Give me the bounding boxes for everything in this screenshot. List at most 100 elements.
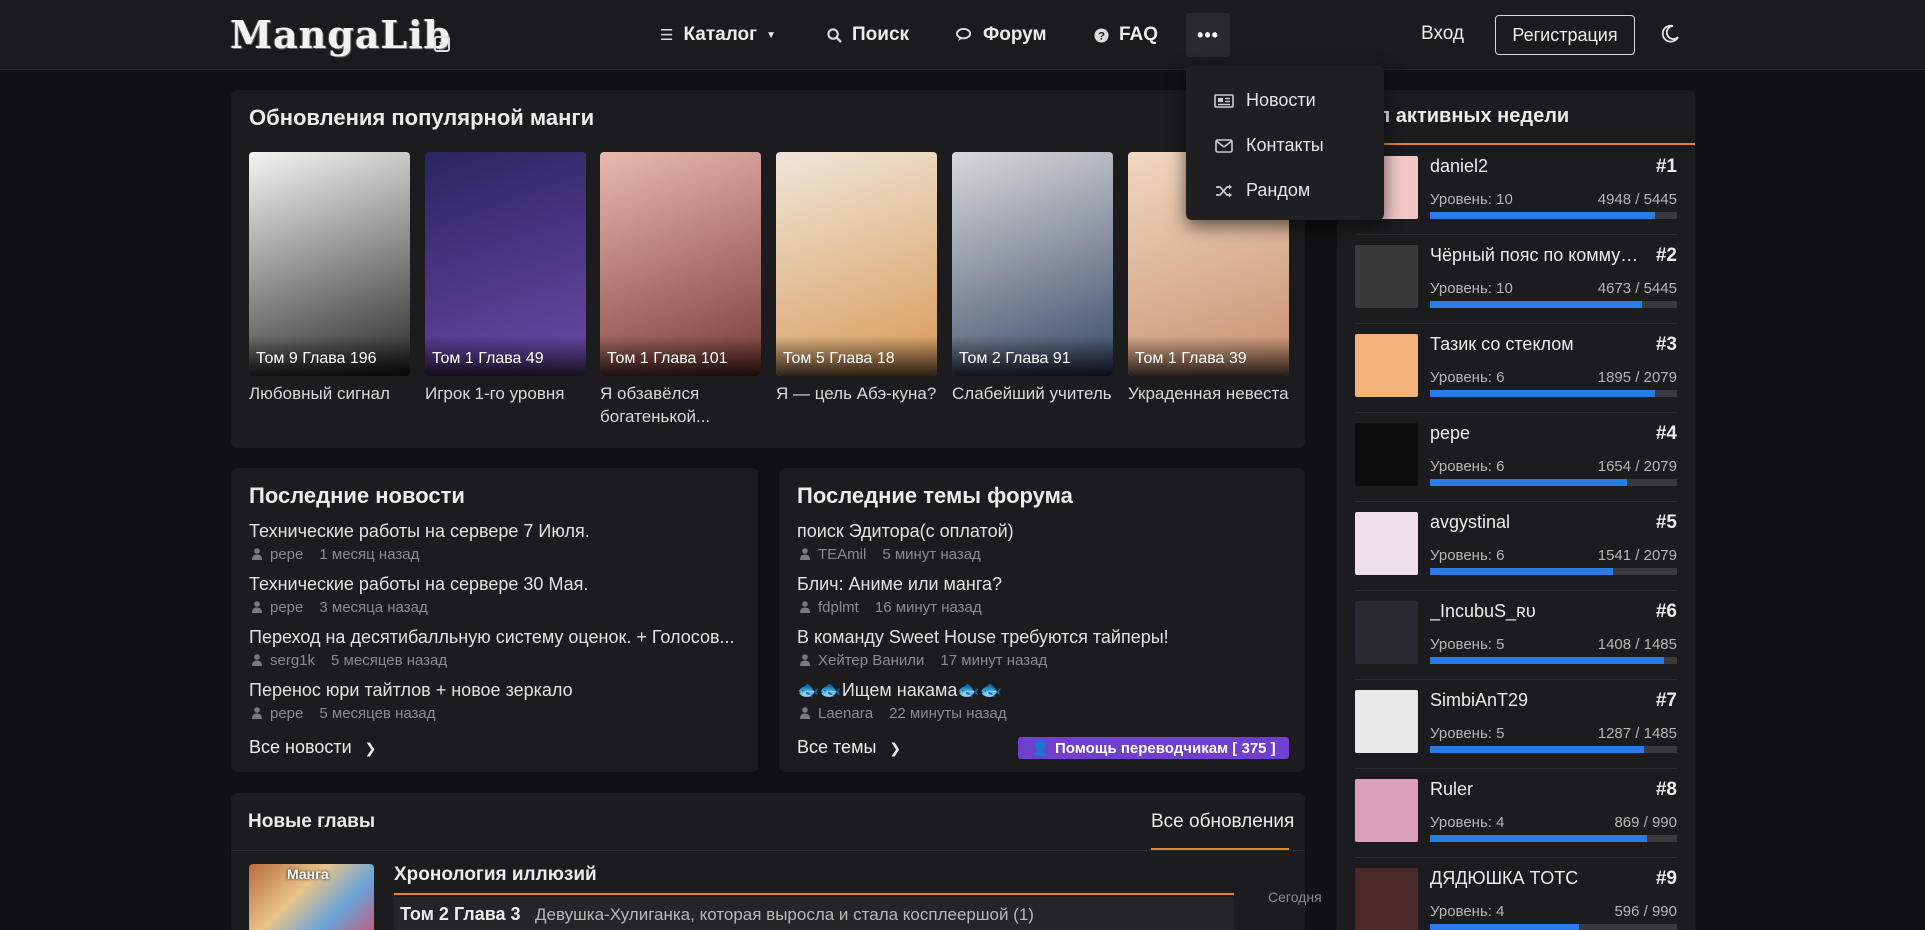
author-name[interactable]: pepe bbox=[270, 599, 303, 616]
all-news-link[interactable]: Все новости ❯ bbox=[249, 737, 376, 758]
menu-item-news-label: Новости bbox=[1246, 90, 1316, 110]
menu-item-contacts[interactable]: Контакты bbox=[1186, 123, 1384, 168]
manga-cover[interactable]: Том 1 Глава 49 bbox=[425, 152, 586, 376]
nav-faq[interactable]: ? FAQ bbox=[1094, 0, 1158, 70]
forum-topic-title[interactable]: В команду Sweet House требуются тайперы! bbox=[797, 627, 1289, 648]
avatar[interactable] bbox=[1355, 334, 1418, 397]
menu-item-random[interactable]: Рандом bbox=[1186, 168, 1384, 213]
user-rank: #2 bbox=[1655, 245, 1677, 266]
chevron-right-icon: ❯ bbox=[364, 740, 377, 756]
forum-panel bbox=[779, 468, 1305, 772]
author-name[interactable]: Хейтер Ванили bbox=[818, 652, 924, 669]
avatar[interactable] bbox=[1355, 423, 1418, 486]
manga-title[interactable]: Любовный сигнал bbox=[249, 382, 410, 405]
top-user-row[interactable]: avgystinal #5 Уровень: 6 1541 / 2079 bbox=[1355, 502, 1677, 591]
chat-icon bbox=[956, 27, 972, 41]
manga-cover[interactable]: Том 1 Глава 101 bbox=[600, 152, 761, 376]
site-logo[interactable]: MangaLib bbox=[230, 12, 451, 57]
svg-text:?: ? bbox=[1098, 30, 1105, 42]
forum-topic-title[interactable]: поиск Эдитора(с оплатой) bbox=[797, 521, 1289, 542]
all-topics-link[interactable]: Все темы ❯ bbox=[797, 737, 901, 758]
top-user-row[interactable]: Чёрный пояс по коммуникации #2 Уровень: 10… bbox=[1355, 235, 1677, 324]
avatar[interactable] bbox=[1355, 601, 1418, 664]
tab-all-updates[interactable]: Все обновления bbox=[1151, 811, 1294, 833]
author-name[interactable]: fdplmt bbox=[818, 599, 859, 616]
user-name[interactable]: pepe bbox=[1430, 423, 1640, 444]
manga-cover[interactable]: Том 5 Глава 18 bbox=[776, 152, 937, 376]
avatar[interactable] bbox=[1355, 512, 1418, 575]
translator-help-button[interactable]: 👤 Помощь переводчикам [ 375 ] bbox=[1018, 737, 1289, 759]
login-link[interactable]: Вход bbox=[1421, 23, 1464, 45]
xp-progress-bar bbox=[1430, 924, 1677, 930]
manga-cover[interactable]: Том 2 Глава 91 bbox=[952, 152, 1113, 376]
user-name[interactable]: Тазик со стеклом bbox=[1430, 334, 1640, 355]
news-item-title[interactable]: Перенос юри тайтлов + новое зеркало bbox=[249, 680, 741, 701]
user-name[interactable]: ДЯДЮШКА TOTC bbox=[1430, 868, 1640, 889]
user-name[interactable]: SimbiAnT29 bbox=[1430, 690, 1640, 711]
manga-title[interactable]: Слабейший учитель bbox=[952, 382, 1113, 405]
news-item-title[interactable]: Переход на десятибалльную систему оценок… bbox=[249, 627, 741, 648]
more-menu-button[interactable]: ••• bbox=[1186, 13, 1230, 57]
author-name[interactable]: pepe bbox=[270, 546, 303, 563]
top-user-row[interactable]: pepe #4 Уровень: 6 1654 / 2079 bbox=[1355, 413, 1677, 502]
user-xp: 869 / 990 bbox=[1614, 814, 1677, 831]
user-icon bbox=[800, 707, 810, 719]
avatar[interactable] bbox=[1355, 779, 1418, 842]
forum-topic-meta: fdplmt 16 минут назад bbox=[800, 599, 982, 616]
chapter-manga-title[interactable]: Хронология иллюзий bbox=[394, 864, 597, 886]
author-name[interactable]: pepe bbox=[270, 705, 303, 722]
nav-search[interactable]: Поиск bbox=[827, 0, 909, 70]
menu-item-news[interactable]: Новости bbox=[1186, 78, 1384, 123]
user-xp: 4948 / 5445 bbox=[1597, 191, 1677, 208]
chapter-label: Том 5 Глава 18 bbox=[776, 336, 937, 376]
top-user-row[interactable]: ДЯДЮШКА TOTC #9 Уровень: 4 596 / 990 bbox=[1355, 858, 1677, 930]
top-user-row[interactable]: Ruler #8 Уровень: 4 869 / 990 bbox=[1355, 769, 1677, 858]
forum-topic-meta: Laenara 22 минуты назад bbox=[800, 705, 1007, 722]
moon-icon[interactable] bbox=[1660, 24, 1680, 44]
manga-title[interactable]: Украденная невеста bbox=[1128, 382, 1289, 405]
top-user-row[interactable]: Тазик со стеклом #3 Уровень: 6 1895 / 2079 bbox=[1355, 324, 1677, 413]
logo-dropdown-icon[interactable] bbox=[434, 36, 450, 52]
chapter-row[interactable]: Том 2 Глава 3 Девушка-Хулиганка, которая… bbox=[394, 897, 1234, 930]
user-icon bbox=[800, 601, 810, 613]
avatar[interactable] bbox=[1355, 690, 1418, 753]
register-button[interactable]: Регистрация bbox=[1495, 15, 1635, 55]
chapter-name: Девушка-Хулиганка, которая выросла и ста… bbox=[535, 905, 1034, 924]
chapter-label: Том 9 Глава 196 bbox=[249, 336, 410, 376]
nav-catalog[interactable]: ☰ Каталог ▼ bbox=[660, 0, 776, 70]
top-user-row[interactable]: daniel2 #1 Уровень: 10 4948 / 5445 bbox=[1355, 146, 1677, 235]
manga-title[interactable]: Я обзавёлся богатенькой... bbox=[600, 382, 761, 428]
author-name[interactable]: serg1k bbox=[270, 652, 315, 669]
type-badge: Манга bbox=[287, 866, 329, 882]
author-name[interactable]: TEAmil bbox=[818, 546, 866, 563]
xp-progress-bar bbox=[1430, 212, 1677, 219]
manga-cover[interactable]: Том 9 Глава 196 bbox=[249, 152, 410, 376]
divider bbox=[231, 850, 1305, 851]
post-time: 5 месяцев назад bbox=[331, 652, 448, 669]
nav-forum[interactable]: Форум bbox=[956, 0, 1047, 70]
envelope-icon bbox=[1215, 138, 1233, 153]
xp-progress-bar bbox=[1430, 479, 1677, 486]
avatar[interactable] bbox=[1355, 868, 1418, 930]
user-icon bbox=[800, 548, 810, 560]
manga-title[interactable]: Я — цель Абэ-куна? bbox=[776, 382, 937, 405]
chapter-label: Том 1 Глава 39 bbox=[1128, 336, 1289, 376]
news-item-title[interactable]: Технические работы на сервере 30 Мая. bbox=[249, 574, 741, 595]
top-user-row[interactable]: SimbiAnT29 #7 Уровень: 5 1287 / 1485 bbox=[1355, 680, 1677, 769]
avatar[interactable] bbox=[1355, 245, 1418, 308]
user-name[interactable]: daniel2 bbox=[1430, 156, 1640, 177]
xp-progress-fill bbox=[1430, 301, 1642, 308]
news-item-meta: pepe 5 месяцев назад bbox=[252, 705, 436, 722]
forum-topic-title[interactable]: 🐟🐟Ищем накама🐟🐟 bbox=[797, 680, 1289, 701]
user-name[interactable]: Ruler bbox=[1430, 779, 1640, 800]
user-name[interactable]: _IncubuS_ʀᴜ bbox=[1430, 601, 1640, 622]
top-user-row[interactable]: _IncubuS_ʀᴜ #6 Уровень: 5 1408 / 1485 bbox=[1355, 591, 1677, 680]
user-name[interactable]: avgystinal bbox=[1430, 512, 1640, 533]
chapter-cover-image[interactable]: Манга bbox=[249, 864, 374, 930]
forum-topic-title[interactable]: Блич: Аниме или манга? bbox=[797, 574, 1289, 595]
user-name[interactable]: Чёрный пояс по коммуникации bbox=[1430, 245, 1640, 266]
news-item-title[interactable]: Технические работы на сервере 7 Июля. bbox=[249, 521, 741, 542]
manga-title[interactable]: Игрок 1-го уровня bbox=[425, 382, 586, 405]
xp-progress-fill bbox=[1430, 924, 1579, 930]
author-name[interactable]: Laenara bbox=[818, 705, 873, 722]
